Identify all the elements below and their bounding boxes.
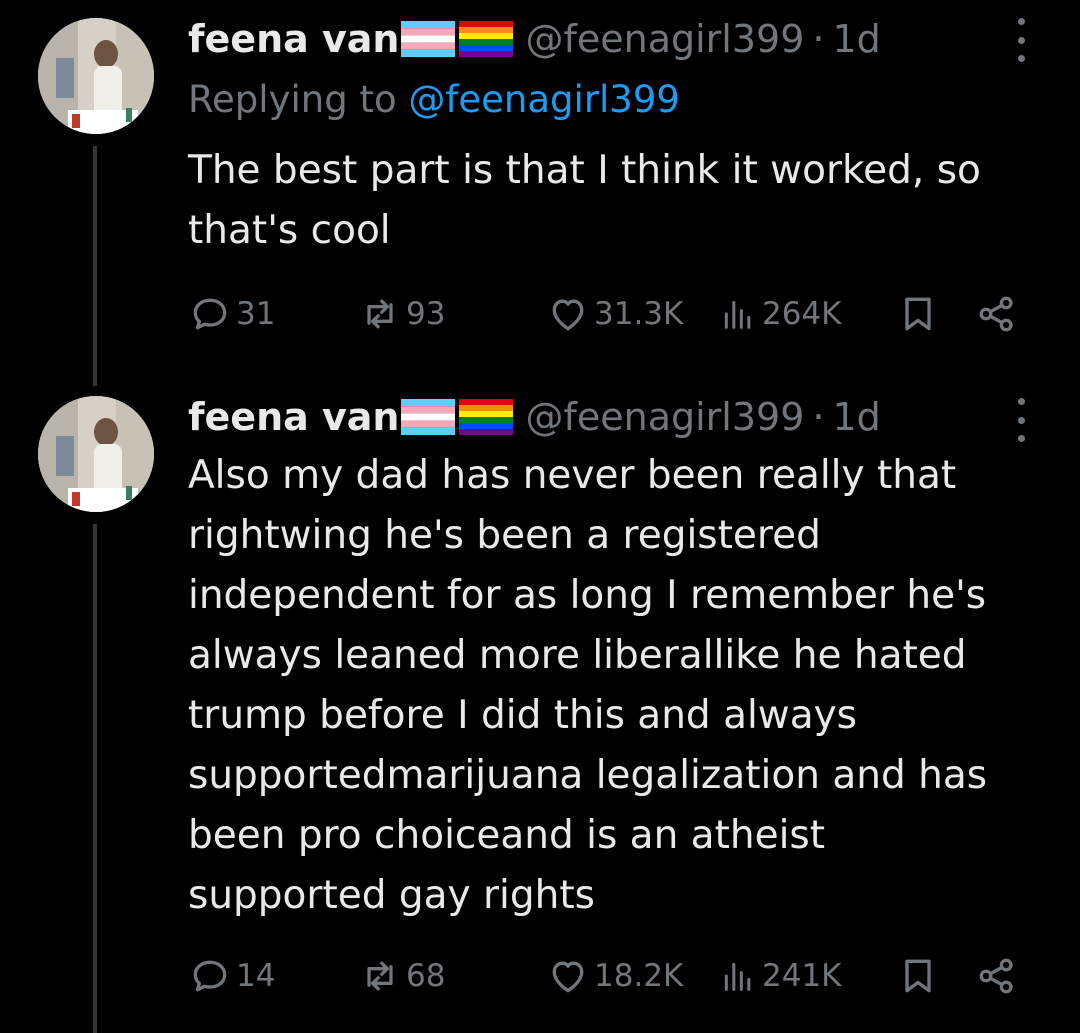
replying-to: Replying to @feenagirl399	[188, 78, 680, 121]
replying-handle-link[interactable]: @feenagirl399	[408, 78, 680, 121]
heart-icon	[552, 961, 584, 993]
bookmark-button[interactable]	[896, 292, 944, 336]
author-handle[interactable]: @feenagirl399	[525, 17, 804, 61]
timestamp[interactable]: 1d	[832, 395, 880, 439]
reply-icon	[193, 960, 227, 992]
views-chart-icon	[724, 962, 751, 991]
heart-icon	[552, 299, 584, 331]
replying-prefix: Replying to	[188, 78, 397, 121]
repost-count: 93	[406, 296, 446, 332]
views-button[interactable]: 241K	[718, 954, 842, 998]
repost-button[interactable]: 93	[358, 292, 445, 336]
reply-count: 31	[236, 296, 276, 332]
tweet-header: feena van @feenagirl399 · 1d	[188, 393, 881, 441]
name-emojis	[401, 21, 514, 57]
separator-dot: ·	[812, 17, 825, 61]
avatar[interactable]	[38, 396, 154, 512]
tweet[interactable]: feena van @feenagirl399 · 1d Also my dad…	[0, 380, 1080, 1033]
separator-dot: ·	[812, 395, 825, 439]
reply-count: 14	[236, 958, 276, 994]
reply-button[interactable]: 31	[188, 292, 275, 336]
bookmark-icon	[905, 297, 931, 331]
more-options-icon[interactable]	[1011, 18, 1031, 62]
tweet-actions: 31 93 31.3K 264K	[188, 292, 1028, 336]
reply-button[interactable]: 14	[188, 954, 275, 998]
tweet-text: Also my dad has never been really that r…	[188, 453, 988, 918]
transgender-flag-icon	[401, 399, 456, 435]
name-emojis	[401, 399, 514, 435]
repost-icon	[367, 299, 393, 329]
profile-photo	[38, 18, 154, 134]
timestamp[interactable]: 1d	[832, 17, 880, 61]
more-options-icon[interactable]	[1011, 398, 1031, 442]
tweet-header: feena van @feenagirl399 · 1d	[188, 15, 881, 63]
views-count: 264K	[762, 296, 842, 332]
share-button[interactable]	[974, 954, 1024, 998]
repost-button[interactable]: 68	[358, 954, 445, 998]
tweet[interactable]: feena van @feenagirl399 · 1d Replying to…	[0, 0, 1080, 386]
share-button[interactable]	[974, 292, 1024, 336]
share-icon	[979, 296, 1013, 332]
author-name[interactable]: feena van	[188, 395, 399, 439]
thread-line	[93, 146, 97, 386]
transgender-flag-icon	[401, 21, 456, 57]
avatar[interactable]	[38, 18, 154, 134]
share-icon	[979, 958, 1013, 994]
repost-count: 68	[406, 958, 446, 994]
tweet-text: The best part is that I think it worked,…	[188, 148, 981, 253]
bookmark-icon	[905, 959, 931, 993]
reply-icon	[193, 298, 227, 330]
like-button[interactable]: 18.2K	[546, 954, 683, 998]
bookmark-button[interactable]	[896, 954, 944, 998]
rainbow-flag-icon	[459, 21, 514, 57]
like-button[interactable]: 31.3K	[546, 292, 683, 336]
repost-icon	[367, 961, 393, 991]
views-button[interactable]: 264K	[718, 292, 842, 336]
thread-line	[93, 524, 97, 1033]
tweet-actions: 14 68 18.2K 241K	[188, 954, 1028, 998]
author-name[interactable]: feena van	[188, 17, 399, 61]
views-count: 241K	[762, 958, 842, 994]
views-chart-icon	[724, 300, 751, 329]
profile-photo	[38, 396, 154, 512]
author-handle[interactable]: @feenagirl399	[525, 395, 804, 439]
like-count: 31.3K	[594, 296, 684, 332]
rainbow-flag-icon	[459, 399, 514, 435]
like-count: 18.2K	[594, 958, 684, 994]
